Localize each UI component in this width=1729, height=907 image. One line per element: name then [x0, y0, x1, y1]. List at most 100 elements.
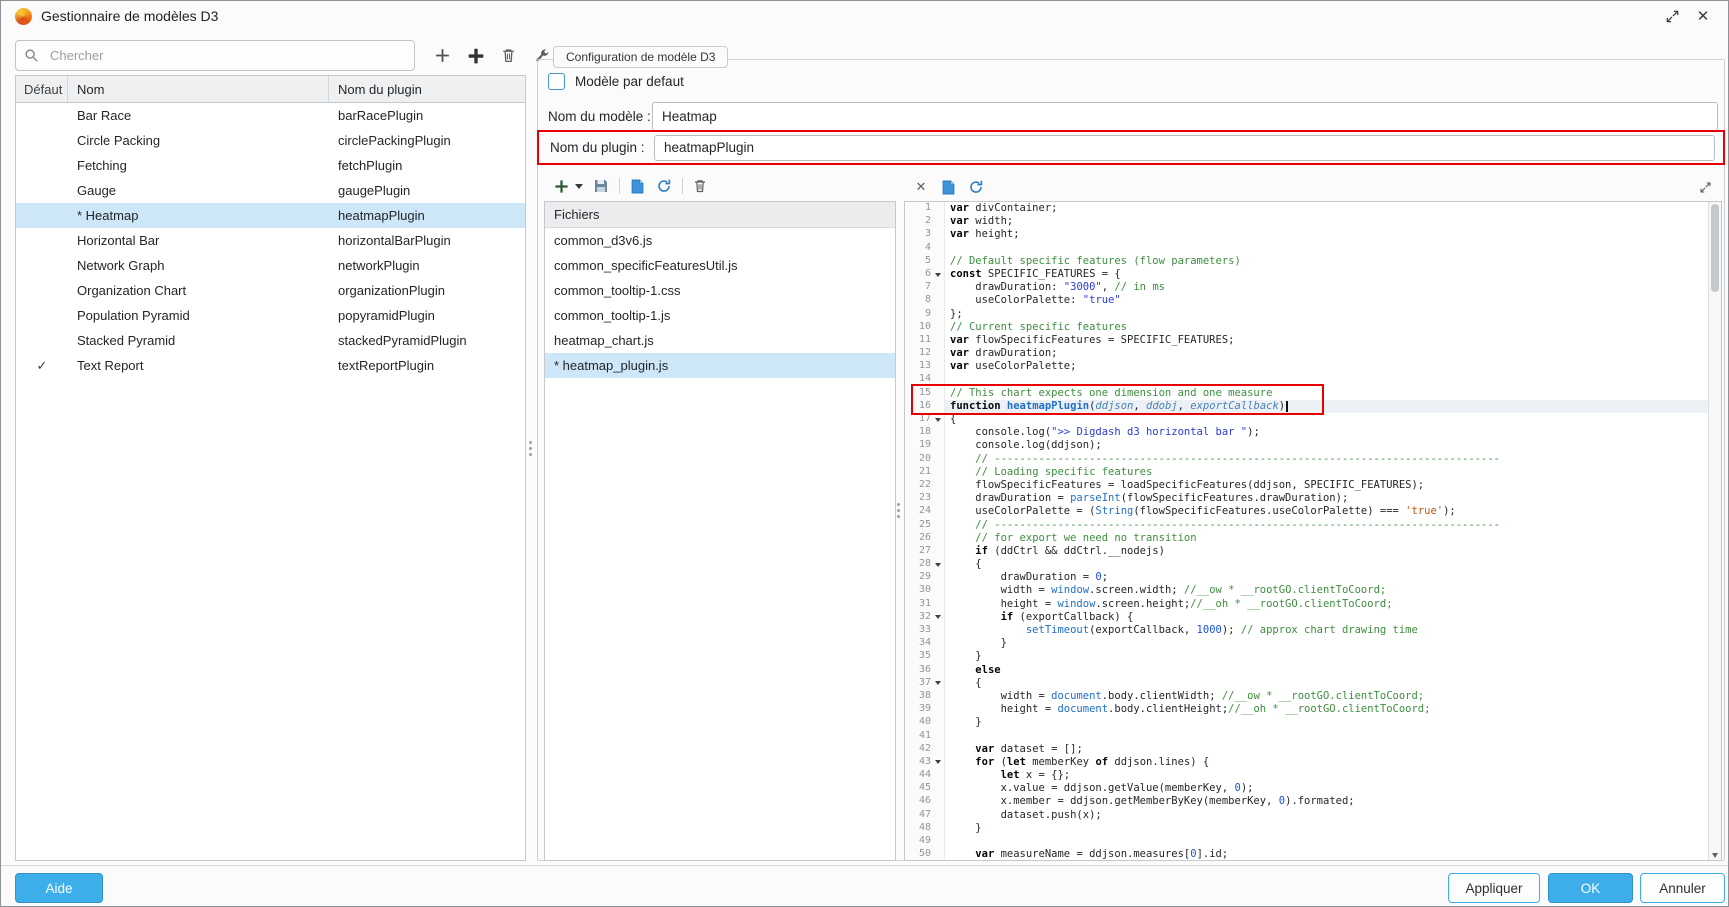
gutter: 35: [905, 650, 945, 663]
gutter: 18: [905, 426, 945, 439]
code-line: 21 // Loading specific features: [905, 466, 1708, 479]
fold-marker-icon[interactable]: [935, 418, 941, 422]
save-file-button[interactable]: [628, 174, 646, 199]
editor-scrollbar[interactable]: [1708, 202, 1721, 860]
model-name-row: Nom du modèle :: [548, 101, 1718, 132]
add-model-button[interactable]: [430, 43, 455, 68]
code-text: var divContainer;: [945, 202, 1708, 215]
ok-button[interactable]: OK: [1548, 873, 1633, 903]
model-name-label: Nom du modèle :: [548, 109, 652, 124]
add-file-button[interactable]: [552, 174, 570, 199]
search-input[interactable]: [15, 40, 415, 71]
close-button[interactable]: ✕: [1692, 5, 1714, 27]
table-row[interactable]: Bar RacebarRacePlugin: [16, 103, 525, 128]
gutter: 6: [905, 268, 945, 281]
code-text: drawDuration = parseInt(flowSpecificFeat…: [945, 492, 1708, 505]
scroll-down-arrow-icon[interactable]: [1712, 853, 1718, 858]
table-row[interactable]: Network GraphnetworkPlugin: [16, 253, 525, 278]
open-file-button[interactable]: [591, 174, 611, 199]
line-number: 6: [905, 268, 931, 281]
table-row[interactable]: GaugegaugePlugin: [16, 178, 525, 203]
add-file-dropdown-icon[interactable]: [575, 184, 583, 189]
search-box: [15, 40, 415, 71]
close-editor-button[interactable]: ✕: [913, 175, 929, 200]
code-editor[interactable]: 1var divContainer;2var width;3var height…: [904, 201, 1722, 861]
fold-marker-icon[interactable]: [935, 273, 941, 277]
maximize-button[interactable]: [1661, 5, 1683, 27]
column-header-plugin[interactable]: Nom du plugin: [329, 76, 525, 102]
plugin-name-cell: popyramidPlugin: [329, 308, 525, 323]
default-model-checkbox[interactable]: [548, 73, 565, 90]
delete-model-button[interactable]: [496, 43, 521, 68]
fold-marker-icon[interactable]: [935, 615, 941, 619]
line-number: 37: [905, 677, 931, 690]
table-row[interactable]: ✓Text ReporttextReportPlugin: [16, 353, 525, 378]
model-name-cell: Network Graph: [68, 258, 329, 273]
reload-file-button[interactable]: [654, 174, 674, 199]
fold-marker-icon[interactable]: [935, 563, 941, 567]
table-row[interactable]: Stacked PyramidstackedPyramidPlugin: [16, 328, 525, 353]
toolbar-separator: [619, 178, 620, 194]
model-name-input[interactable]: [652, 102, 1718, 131]
table-row[interactable]: Organization ChartorganizationPlugin: [16, 278, 525, 303]
line-number: 3: [905, 228, 931, 241]
code-text: setTimeout(exportCallback, 1000); // app…: [945, 624, 1708, 637]
code-text: width = document.body.clientWidth; //__o…: [945, 690, 1708, 703]
fold-marker-icon[interactable]: [935, 760, 941, 764]
table-row[interactable]: Population PyramidpopyramidPlugin: [16, 303, 525, 328]
line-number: 17: [905, 413, 931, 426]
line-number: 32: [905, 611, 931, 624]
delete-file-button[interactable]: [691, 174, 709, 199]
column-header-default[interactable]: Défaut: [16, 76, 68, 102]
table-row[interactable]: Circle PackingcirclePackingPlugin: [16, 128, 525, 153]
gutter: 27: [905, 545, 945, 558]
expand-editor-button[interactable]: [1697, 175, 1713, 200]
code-line: 45 x.value = ddjson.getValue(memberKey, …: [905, 782, 1708, 795]
table-row[interactable]: FetchingfetchPlugin: [16, 153, 525, 178]
line-number: 12: [905, 347, 931, 360]
apply-button[interactable]: Appliquer: [1448, 873, 1540, 903]
gutter: 3: [905, 228, 945, 241]
code-line: 49: [905, 835, 1708, 848]
code-text: [945, 373, 1708, 386]
gutter: 19: [905, 439, 945, 452]
code-area[interactable]: 1var divContainer;2var width;3var height…: [905, 202, 1708, 860]
code-line: 5// Default specific features (flow para…: [905, 255, 1708, 268]
line-number: 25: [905, 519, 931, 532]
line-number: 20: [905, 453, 931, 466]
gutter: 43: [905, 756, 945, 769]
model-table: Défaut Nom Nom du plugin Bar RacebarRace…: [15, 75, 526, 861]
scrollbar-thumb[interactable]: [1711, 204, 1719, 292]
save-code-button[interactable]: [940, 175, 956, 200]
gutter: 13: [905, 360, 945, 373]
splitter-handle-left[interactable]: [529, 441, 532, 456]
file-item[interactable]: heatmap_chart.js: [545, 328, 895, 353]
file-item[interactable]: common_specificFeaturesUtil.js: [545, 253, 895, 278]
column-header-name[interactable]: Nom: [68, 76, 329, 102]
file-item[interactable]: common_tooltip-1.css: [545, 278, 895, 303]
code-text: height = document.body.clientHeight;//__…: [945, 703, 1708, 716]
file-item[interactable]: * heatmap_plugin.js: [545, 353, 895, 378]
code-text: useColorPalette = (String(flowSpecificFe…: [945, 505, 1708, 518]
gutter: 22: [905, 479, 945, 492]
reload-code-button[interactable]: [967, 175, 985, 200]
file-item[interactable]: common_d3v6.js: [545, 228, 895, 253]
cancel-button[interactable]: Annuler: [1640, 873, 1725, 903]
plugin-name-input[interactable]: [654, 135, 1715, 161]
line-number: 10: [905, 321, 931, 334]
table-row[interactable]: * HeatmapheatmapPlugin: [16, 203, 525, 228]
gutter: 17: [905, 413, 945, 426]
code-text: let x = {};: [945, 769, 1708, 782]
line-number: 9: [905, 308, 931, 321]
table-row[interactable]: Horizontal BarhorizontalBarPlugin: [16, 228, 525, 253]
gutter: 40: [905, 716, 945, 729]
help-button[interactable]: Aide: [15, 873, 103, 903]
line-number: 26: [905, 532, 931, 545]
clone-model-button[interactable]: [463, 43, 488, 68]
code-line: 24 useColorPalette = (String(flowSpecifi…: [905, 505, 1708, 518]
fold-marker-icon[interactable]: [935, 681, 941, 685]
file-item[interactable]: common_tooltip-1.js: [545, 303, 895, 328]
line-number: 7: [905, 281, 931, 294]
code-text: else: [945, 664, 1708, 677]
text-cursor: [1286, 401, 1288, 412]
